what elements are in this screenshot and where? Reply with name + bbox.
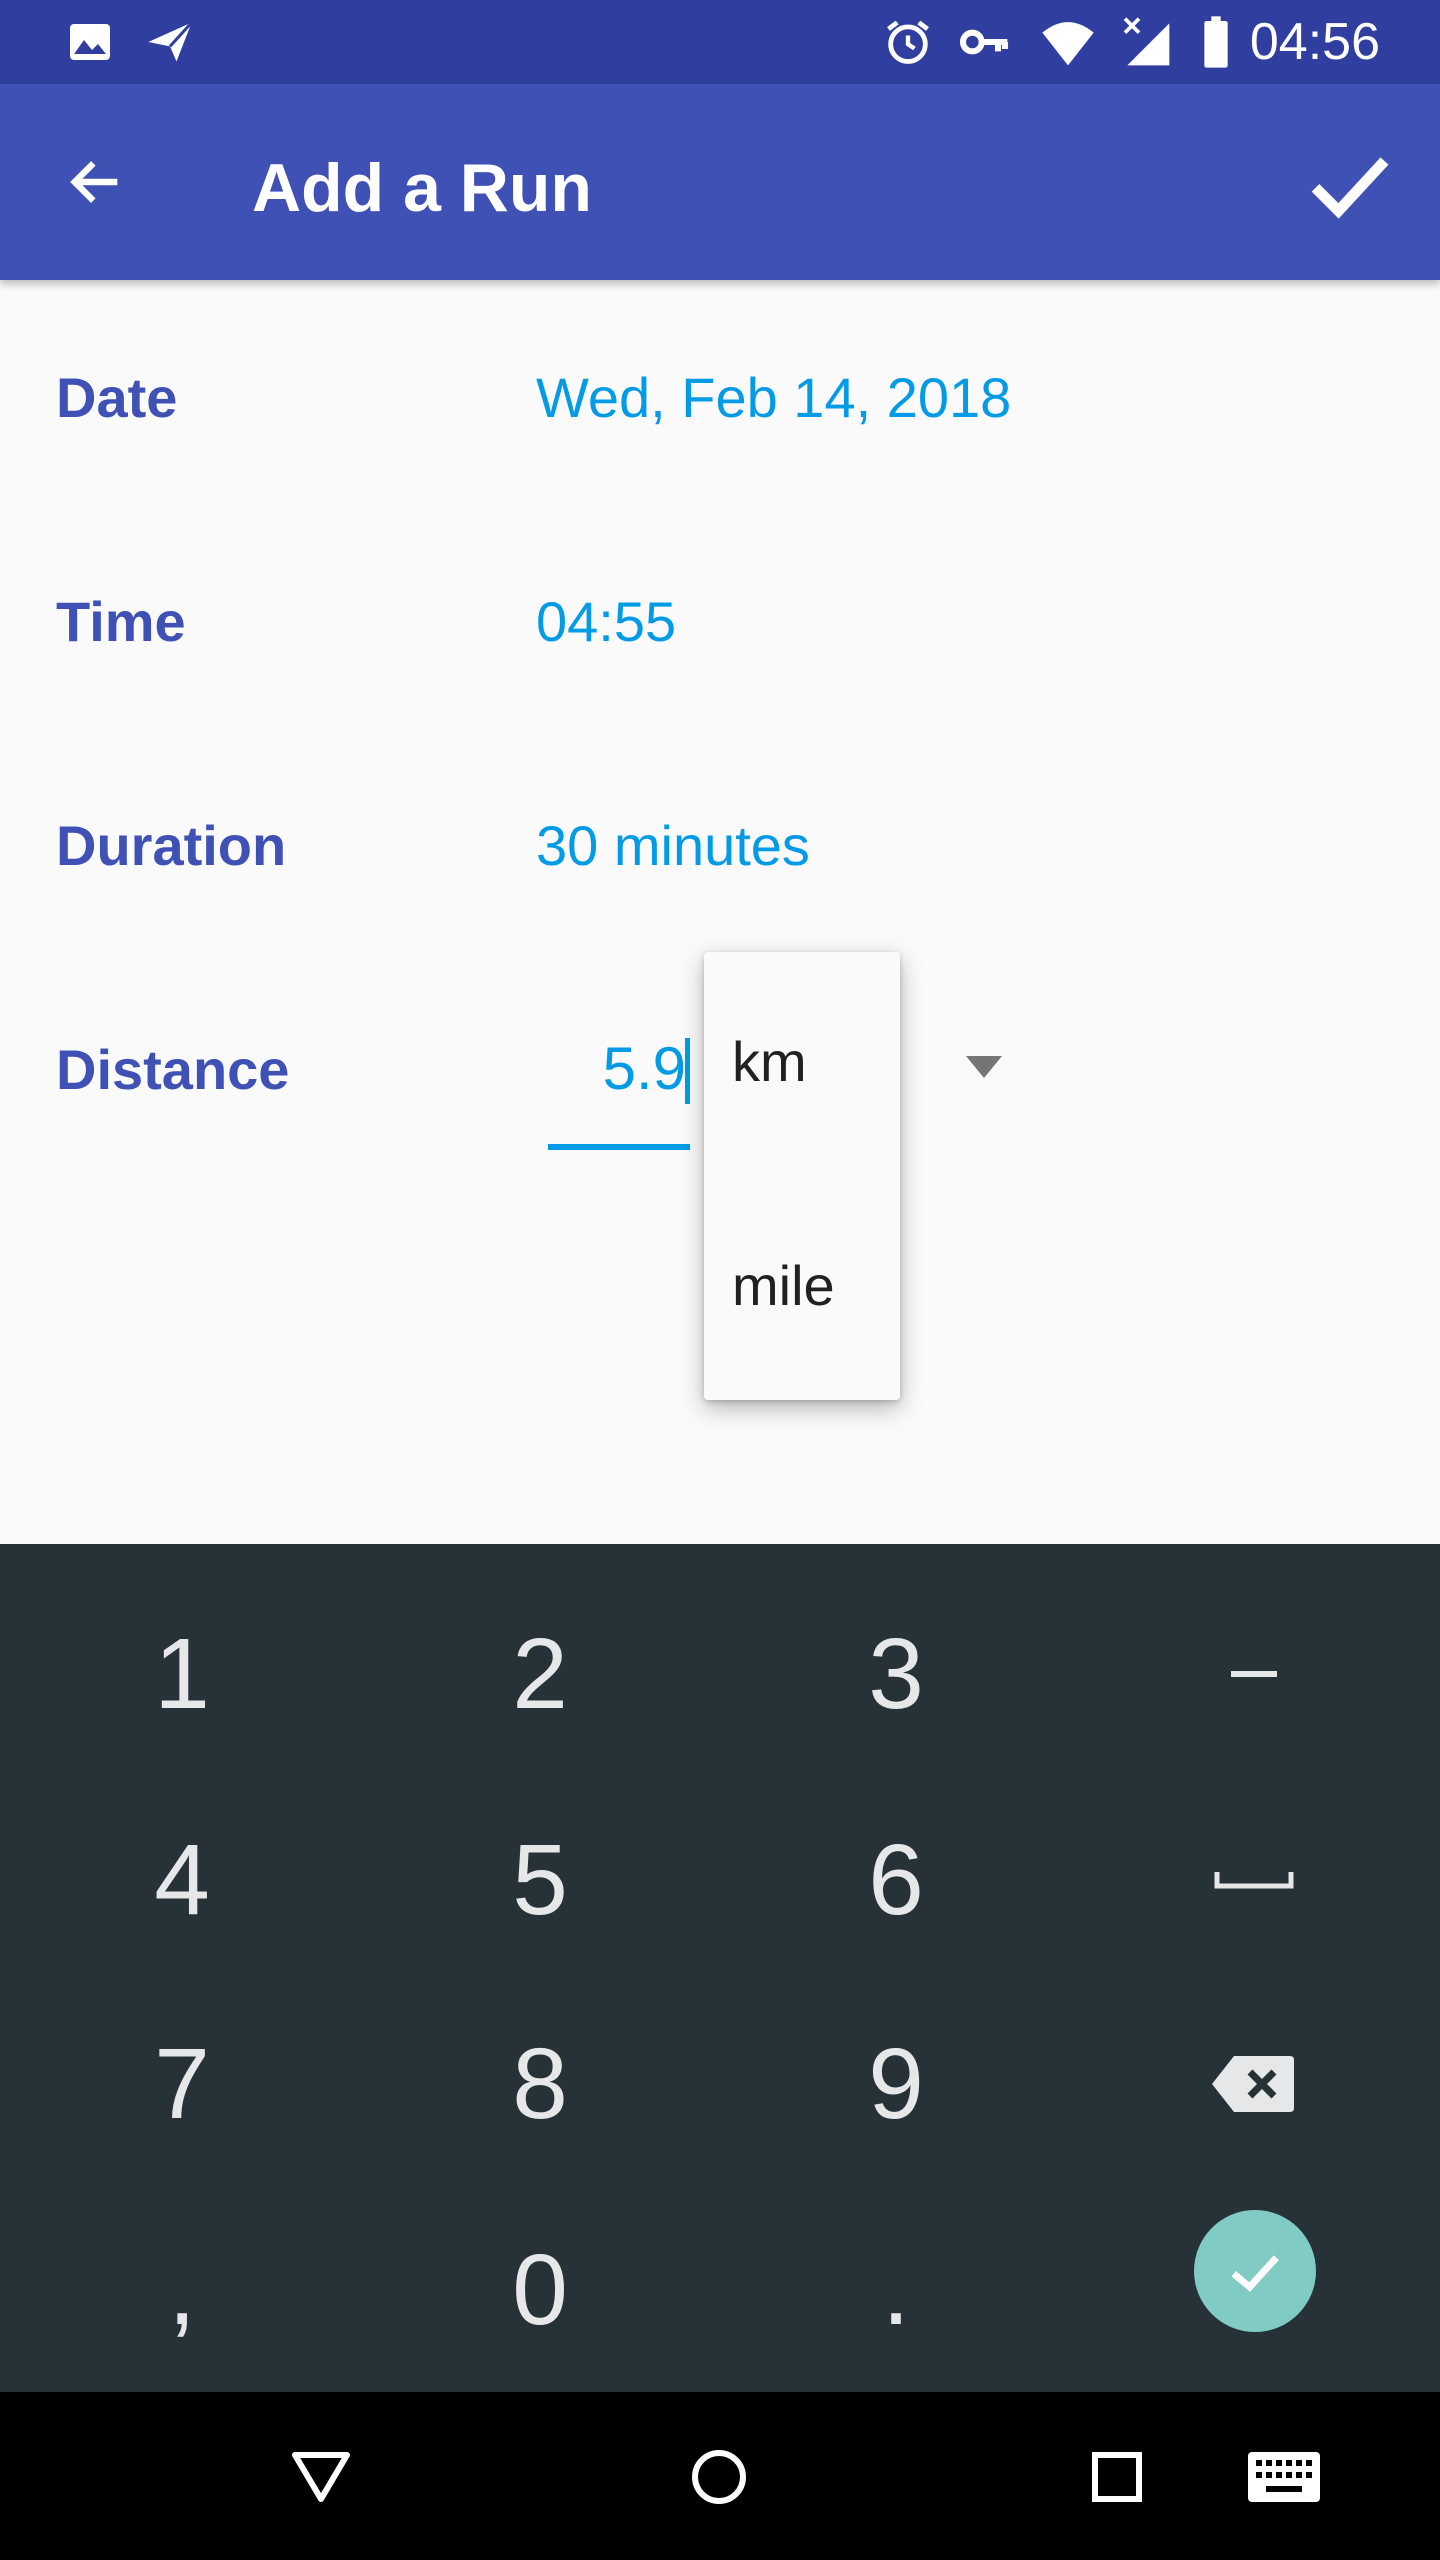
key-5[interactable]: 5 (390, 1780, 690, 1980)
status-time: 04:56 (1249, 13, 1380, 71)
duration-value[interactable]: 30 minutes (536, 816, 810, 876)
time-label: Time (56, 590, 186, 653)
key-1[interactable]: 1 (32, 1574, 332, 1774)
nav-keyboard-button[interactable] (1234, 2432, 1334, 2522)
unit-dropdown-arrow-icon[interactable] (966, 1056, 1002, 1078)
alarm-icon (880, 14, 936, 70)
save-button[interactable] (1300, 134, 1400, 234)
recents-square-icon (1092, 2452, 1142, 2502)
duration-row: Duration 30 minutes (0, 784, 1440, 904)
key-comma[interactable]: , (32, 2190, 332, 2390)
status-bar: 04:56 (0, 0, 1440, 84)
key-9[interactable]: 9 (746, 1984, 1046, 2184)
checkmark-icon (1231, 2255, 1279, 2292)
checkmark-icon (1311, 157, 1389, 219)
key-period[interactable]: . (746, 2190, 1046, 2390)
back-triangle-icon (292, 2452, 350, 2502)
nav-back-button[interactable] (276, 2432, 366, 2522)
key-minus[interactable] (1104, 1574, 1404, 1774)
key-3[interactable]: 3 (746, 1574, 1046, 1774)
enter-button[interactable] (1194, 2210, 1316, 2332)
key-space[interactable] (1104, 1780, 1404, 1980)
numeric-keyboard: 1 2 3 4 5 6 7 8 9 , 0 . (0, 1544, 1440, 2392)
distance-input[interactable]: 5.9 (548, 1020, 690, 1150)
keyboard-icon (1248, 2452, 1320, 2502)
key-2[interactable]: 2 (390, 1574, 690, 1774)
date-value[interactable]: Wed, Feb 14, 2018 (536, 368, 1011, 428)
key-6[interactable]: 6 (746, 1780, 1046, 1980)
nav-recents-button[interactable] (1072, 2432, 1162, 2522)
home-circle-icon (692, 2450, 746, 2504)
backspace-icon (1212, 2056, 1294, 2112)
arrow-back-icon (70, 161, 118, 203)
unit-option-km[interactable]: km (732, 1030, 807, 1094)
back-button[interactable] (56, 142, 136, 222)
minus-icon (1231, 1671, 1277, 1677)
page-title: Add a Run (252, 150, 592, 226)
vpn-key-icon (956, 14, 1012, 70)
unit-option-mile[interactable]: mile (732, 1254, 835, 1318)
space-icon (1214, 1872, 1294, 1889)
key-0[interactable]: 0 (390, 2190, 690, 2390)
nav-home-button[interactable] (674, 2432, 764, 2522)
distance-value: 5.9 (602, 1035, 686, 1102)
unit-dropdown-menu: km mile (704, 952, 900, 1400)
time-value[interactable]: 04:55 (536, 592, 676, 652)
key-4[interactable]: 4 (32, 1780, 332, 1980)
key-backspace[interactable] (1104, 1984, 1404, 2184)
navigation-bar (0, 2392, 1440, 2560)
key-7[interactable]: 7 (32, 1984, 332, 2184)
send-icon (142, 14, 198, 70)
distance-label: Distance (56, 1038, 290, 1101)
time-row: Time 04:55 (0, 560, 1440, 680)
key-8[interactable]: 8 (390, 1984, 690, 2184)
text-cursor (685, 1038, 690, 1104)
app-bar: Add a Run (0, 84, 1440, 280)
date-label: Date (56, 366, 178, 429)
wifi-icon (1040, 14, 1096, 70)
signal-off-icon (1118, 14, 1174, 70)
battery-icon (1188, 14, 1244, 70)
image-icon (62, 14, 118, 70)
duration-label: Duration (56, 814, 287, 877)
date-row: Date Wed, Feb 14, 2018 (0, 336, 1440, 456)
